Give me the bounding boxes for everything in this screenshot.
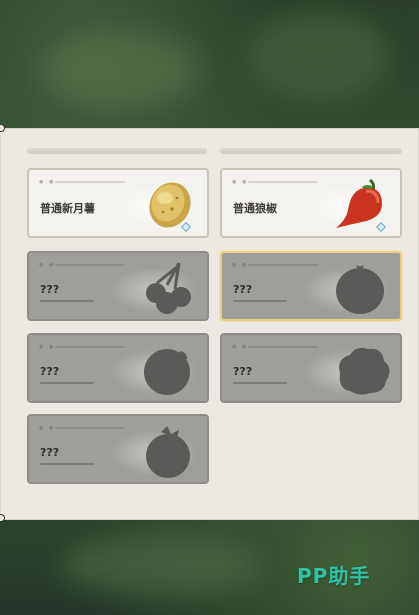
card-dots: ● ● — [39, 262, 56, 268]
cherries-silhouette-icon — [146, 262, 191, 314]
card-tiny-line — [55, 427, 125, 429]
background-foliage — [40, 30, 200, 110]
card-tiny-line — [55, 181, 125, 183]
card-subtext-line — [233, 300, 287, 302]
potato-icon — [149, 182, 191, 232]
watermark-logo: PP助手 — [297, 564, 371, 588]
background-foliage — [60, 535, 260, 595]
ingredient-name: ??? — [40, 283, 60, 296]
card-subtext-line — [40, 463, 94, 465]
cabbage-silhouette-icon — [339, 347, 390, 395]
ingredient-card-locked[interactable]: ● ● ??? — [220, 333, 402, 403]
card-dots: ● ● — [39, 425, 56, 431]
ingredient-name: ??? — [40, 446, 60, 459]
card-tiny-line — [248, 181, 318, 183]
ingredient-card-potato[interactable]: ● ● 普通新月薯 — [27, 168, 209, 238]
card-dots: ● ● — [232, 262, 249, 268]
card-tiny-line — [55, 264, 125, 266]
ingredient-name: 普通狼椒 — [233, 202, 277, 215]
tomato-silhouette-icon — [336, 265, 384, 314]
background-foliage — [250, 10, 390, 100]
card-tiny-line — [248, 264, 318, 266]
ingredient-card-locked[interactable]: ● ● ??? — [27, 333, 209, 403]
card-dots: ● ● — [232, 344, 249, 350]
card-tiny-line — [248, 346, 318, 348]
ingredient-name: 普通新月薯 — [40, 202, 95, 215]
berry-silhouette-icon — [146, 426, 190, 478]
ingredient-name: ??? — [233, 283, 253, 296]
card-dots: ● ● — [232, 179, 249, 185]
ingredient-card-locked[interactable]: ● ● ??? — [27, 414, 209, 484]
column-header-divider — [27, 148, 207, 154]
card-tiny-line — [55, 346, 125, 348]
chili-pepper-icon — [336, 178, 386, 232]
card-dots: ● ● — [39, 179, 56, 185]
ingredient-card-pepper[interactable]: ● ● 普通狼椒 — [220, 168, 402, 238]
ingredient-name: ??? — [233, 365, 253, 378]
ingredient-card-locked-selected[interactable]: ● ● ??? — [220, 251, 402, 321]
panel-corner-ornament — [0, 514, 5, 522]
card-dots: ● ● — [39, 344, 56, 350]
card-subtext-line — [40, 300, 94, 302]
card-subtext-line — [233, 382, 287, 384]
ingredient-name: ??? — [40, 365, 60, 378]
card-subtext-line — [40, 382, 94, 384]
ingredient-card-locked[interactable]: ● ● ??? — [27, 251, 209, 321]
round-fruit-silhouette-icon — [144, 349, 190, 395]
column-header-divider — [220, 148, 402, 154]
